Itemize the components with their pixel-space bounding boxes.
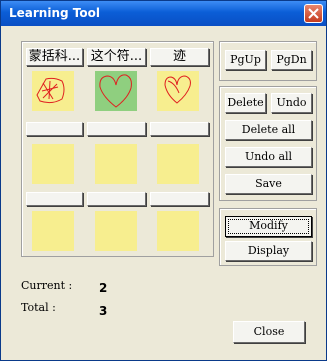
row-label[interactable]: [26, 192, 83, 206]
grid-cell[interactable]: [157, 71, 199, 111]
pgup-button[interactable]: PgUp: [225, 50, 266, 70]
undo-all-button[interactable]: Undo all: [225, 147, 312, 167]
column-header-1[interactable]: 蒙括科...: [26, 48, 83, 66]
grid-cell[interactable]: [157, 211, 199, 251]
close-icon: [308, 8, 319, 19]
close-button[interactable]: Close: [233, 321, 305, 343]
row-label[interactable]: [87, 192, 146, 206]
total-value: 3: [99, 304, 108, 318]
modify-button[interactable]: Modify: [225, 216, 312, 237]
current-label: Current :: [21, 279, 73, 292]
column-header-3[interactable]: 迹: [150, 48, 209, 66]
grid-cell[interactable]: [32, 211, 74, 251]
grid-cell[interactable]: [157, 144, 199, 184]
row-label[interactable]: [150, 122, 209, 136]
grid-cell[interactable]: [95, 211, 137, 251]
current-value: 2: [99, 281, 108, 295]
heart-icon: [164, 75, 191, 104]
learning-tool-window: Learning Tool 蒙括科... 这个符... 迹 PgUp PgDn …: [0, 0, 327, 361]
grid-cell[interactable]: [95, 144, 137, 184]
grid-cell[interactable]: [32, 144, 74, 184]
delete-all-button[interactable]: Delete all: [225, 120, 312, 140]
grid-cell[interactable]: [32, 71, 74, 111]
total-label: Total :: [21, 301, 56, 314]
heart-icon: [99, 74, 132, 108]
grid-cell-selected[interactable]: [95, 71, 137, 111]
undo-button[interactable]: Undo: [271, 93, 312, 113]
star-in-heart-icon: [36, 77, 65, 104]
close-window-button[interactable]: [304, 4, 323, 23]
delete-button[interactable]: Delete: [225, 93, 266, 113]
row-label[interactable]: [26, 122, 83, 136]
row-label[interactable]: [150, 192, 209, 206]
display-button[interactable]: Display: [225, 241, 312, 261]
column-header-2[interactable]: 这个符...: [87, 48, 146, 66]
window-title: Learning Tool: [9, 6, 100, 20]
save-button[interactable]: Save: [225, 174, 312, 194]
title-bar: Learning Tool: [1, 1, 326, 26]
pgdn-button[interactable]: PgDn: [271, 50, 312, 70]
row-label[interactable]: [87, 122, 146, 136]
